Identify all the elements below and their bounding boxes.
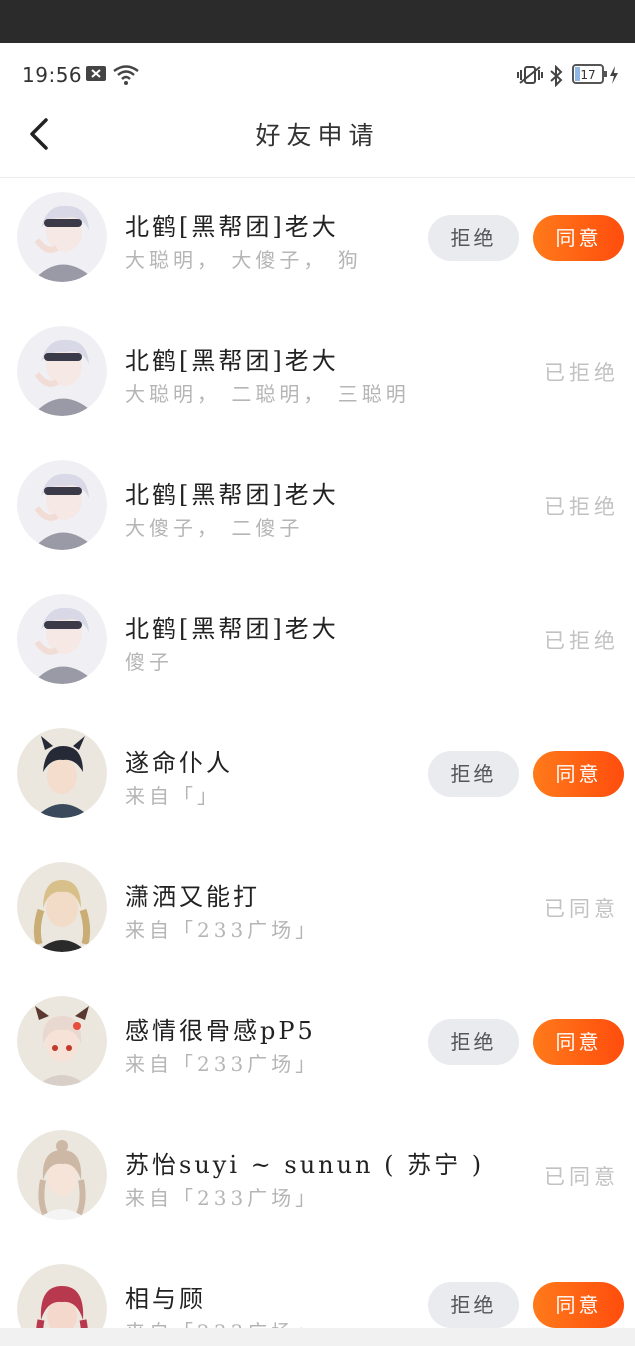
request-name: 北鹤[黑帮团]老大 (125, 615, 339, 643)
avatar[interactable] (17, 326, 107, 416)
request-name: 遂命仆人 (125, 749, 233, 777)
avatar[interactable] (17, 728, 107, 818)
avatar[interactable] (17, 862, 107, 952)
accept-button[interactable]: 同意 (533, 215, 624, 261)
request-row[interactable]: 苏怡suyi ~ sunun ( 苏宁 ) 来自「233广场」 已同意 (0, 1116, 635, 1250)
request-row[interactable]: 潇洒又能打 来自「233广场」 已同意 (0, 848, 635, 982)
request-row[interactable]: 北鹤[黑帮团]老大 大聪明， 大傻子， 狗 拒绝 同意 (0, 178, 635, 312)
battery-icon: 17 (572, 64, 608, 88)
request-message: 来自「233广场」 (125, 1186, 320, 1210)
avatar[interactable] (17, 996, 107, 1086)
request-row[interactable]: 感情很骨感pP5 来自「233广场」 拒绝 同意 (0, 982, 635, 1116)
request-message: 来自「」 (125, 784, 221, 808)
avatar[interactable] (17, 192, 107, 282)
system-top-bar (0, 0, 635, 43)
request-row[interactable]: 北鹤[黑帮团]老大 大聪明， 二聪明， 三聪明 已拒绝 (0, 312, 635, 446)
bottom-bar (0, 1328, 635, 1346)
notification-x-icon (86, 65, 106, 86)
request-status: 已拒绝 (544, 495, 619, 519)
reject-button[interactable]: 拒绝 (428, 751, 519, 797)
request-message: 来自「233广场」 (125, 1052, 320, 1076)
request-status: 已同意 (544, 1165, 619, 1189)
request-name: 苏怡suyi ~ sunun ( 苏宁 ) (125, 1151, 485, 1179)
accept-button[interactable]: 同意 (533, 751, 624, 797)
bluetooth-icon (548, 64, 564, 91)
request-message: 来自「233广场」 (125, 1316, 319, 1328)
reject-button[interactable]: 拒绝 (428, 215, 519, 261)
vibrate-icon (516, 65, 544, 89)
request-row[interactable]: 相与顾 来自「233广场」 拒绝 同意 (0, 1250, 635, 1328)
accept-button[interactable]: 同意 (533, 1019, 624, 1065)
request-row[interactable]: 北鹤[黑帮团]老大 大傻子， 二傻子 已拒绝 (0, 446, 635, 580)
status-time: 19:56 (22, 63, 83, 87)
avatar[interactable] (17, 594, 107, 684)
request-name: 北鹤[黑帮团]老大 (125, 347, 339, 375)
wifi-icon (113, 65, 139, 89)
request-name: 相与顾 (125, 1285, 206, 1313)
avatar[interactable] (17, 1264, 107, 1328)
request-name: 北鹤[黑帮团]老大 (125, 213, 339, 241)
request-message: 大聪明， 二聪明， 三聪明 (125, 382, 410, 406)
request-row[interactable]: 遂命仆人 来自「」 拒绝 同意 (0, 714, 635, 848)
request-status: 已拒绝 (544, 629, 619, 653)
avatar[interactable] (17, 460, 107, 550)
request-row[interactable]: 北鹤[黑帮团]老大 傻子 已拒绝 (0, 580, 635, 714)
accept-button[interactable]: 同意 (533, 1282, 624, 1328)
request-status: 已同意 (544, 897, 619, 921)
status-bar: 19:56 17 (0, 43, 635, 108)
request-message: 大傻子， 二傻子 (125, 516, 304, 540)
request-message: 大聪明， 大傻子， 狗 (125, 248, 362, 272)
page-title: 好友申请 (255, 121, 380, 150)
nav-bar: 好友申请 (0, 100, 635, 178)
request-name: 感情很骨感pP5 (125, 1017, 316, 1045)
battery-level-text: 17 (580, 68, 595, 82)
request-status: 已拒绝 (544, 361, 619, 385)
charging-bolt-icon (609, 65, 619, 89)
request-name: 北鹤[黑帮团]老大 (125, 481, 339, 509)
reject-button[interactable]: 拒绝 (428, 1282, 519, 1328)
request-message: 傻子 (125, 650, 173, 674)
request-name: 潇洒又能打 (125, 883, 260, 911)
avatar[interactable] (17, 1130, 107, 1220)
request-message: 来自「233广场」 (125, 918, 320, 942)
reject-button[interactable]: 拒绝 (428, 1019, 519, 1065)
